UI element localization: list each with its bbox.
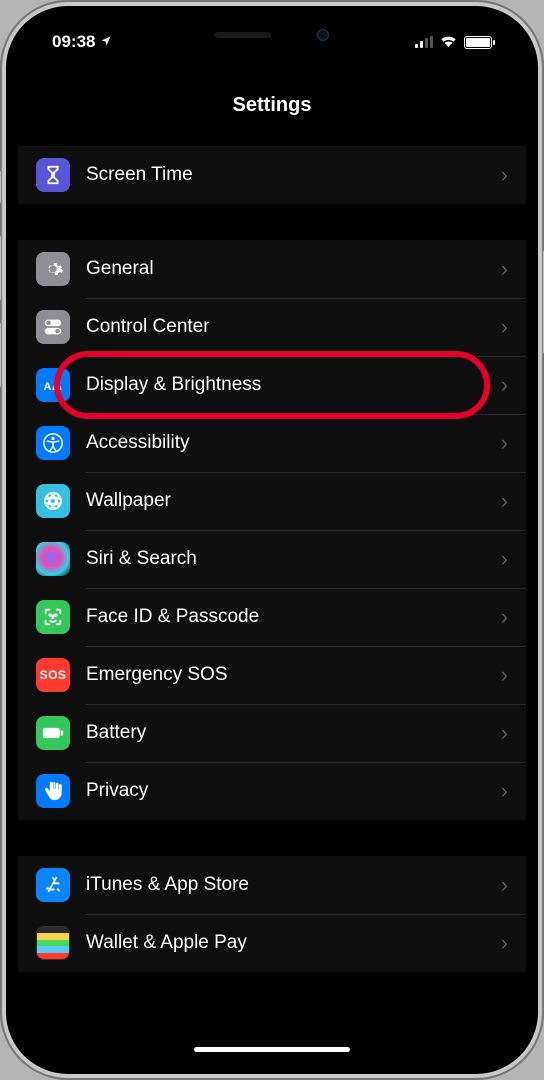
clock: 09:38	[52, 32, 95, 52]
settings-row-sos[interactable]: SOS Emergency SOS›	[18, 646, 526, 704]
settings-group: iTunes & App Store›Wallet & Apple Pay›	[18, 856, 526, 972]
row-label: Battery	[86, 722, 501, 744]
chevron-right-icon: ›	[501, 546, 508, 572]
settings-row-wallet[interactable]: Wallet & Apple Pay›	[18, 914, 526, 972]
chevron-right-icon: ›	[501, 314, 508, 340]
row-label: Privacy	[86, 780, 501, 802]
cellular-signal-icon	[415, 36, 433, 48]
chevron-right-icon: ›	[501, 604, 508, 630]
accessibility-icon	[36, 426, 70, 460]
row-label: Accessibility	[86, 432, 501, 454]
display-icon: AA	[36, 368, 70, 402]
group-separator	[18, 204, 526, 240]
wifi-icon	[439, 32, 458, 52]
settings-row-screen-time[interactable]: Screen Time›	[18, 146, 526, 204]
siri-icon	[36, 542, 70, 576]
settings-row-siri[interactable]: Siri & Search›	[18, 530, 526, 588]
settings-row-faceid[interactable]: Face ID & Passcode›	[18, 588, 526, 646]
location-icon	[100, 35, 112, 50]
faceid-icon	[36, 600, 70, 634]
privacy-icon	[36, 774, 70, 808]
settings-group: Screen Time›	[18, 146, 526, 204]
page-title: Settings	[233, 94, 312, 116]
chevron-right-icon: ›	[501, 488, 508, 514]
appstore-icon	[36, 868, 70, 902]
navigation-bar: Settings	[18, 94, 526, 117]
settings-row-general[interactable]: General›	[18, 240, 526, 298]
row-label: Display & Brightness	[86, 374, 501, 396]
screen-time-icon	[36, 158, 70, 192]
control-center-icon	[36, 310, 70, 344]
chevron-right-icon: ›	[501, 930, 508, 956]
row-label: Face ID & Passcode	[86, 606, 501, 628]
settings-row-control-center[interactable]: Control Center›	[18, 298, 526, 356]
settings-row-display[interactable]: AA Display & Brightness›	[18, 356, 526, 414]
row-label: iTunes & App Store	[86, 874, 501, 896]
phone-frame: 09:38 Settings Screen Time›General›Contr…	[0, 0, 544, 1080]
chevron-right-icon: ›	[501, 662, 508, 688]
mute-switch	[0, 170, 1, 204]
row-label: Screen Time	[86, 164, 501, 186]
row-label: Emergency SOS	[86, 664, 501, 686]
battery-icon	[464, 36, 492, 49]
speaker-grille	[215, 32, 271, 38]
settings-row-appstore[interactable]: iTunes & App Store›	[18, 856, 526, 914]
volume-down-button	[0, 322, 1, 388]
group-separator	[18, 820, 526, 856]
settings-row-accessibility[interactable]: Accessibility›	[18, 414, 526, 472]
notch	[154, 18, 390, 52]
chevron-right-icon: ›	[501, 162, 508, 188]
volume-up-button	[0, 235, 1, 301]
row-label: Wallpaper	[86, 490, 501, 512]
general-icon	[36, 252, 70, 286]
battery-icon	[36, 716, 70, 750]
front-camera	[317, 29, 329, 41]
settings-row-privacy[interactable]: Privacy›	[18, 762, 526, 820]
settings-group: General›Control Center›AADisplay & Brigh…	[18, 240, 526, 820]
chevron-right-icon: ›	[501, 372, 508, 398]
chevron-right-icon: ›	[501, 872, 508, 898]
chevron-right-icon: ›	[501, 430, 508, 456]
settings-row-battery[interactable]: Battery›	[18, 704, 526, 762]
wallet-icon	[36, 926, 70, 960]
sos-icon: SOS	[36, 658, 70, 692]
row-label: Siri & Search	[86, 548, 501, 570]
chevron-right-icon: ›	[501, 778, 508, 804]
home-indicator[interactable]	[194, 1047, 350, 1052]
screen: 09:38 Settings Screen Time›General›Contr…	[18, 18, 526, 1062]
wallpaper-icon	[36, 484, 70, 518]
row-label: General	[86, 258, 501, 280]
settings-row-wallpaper[interactable]: Wallpaper›	[18, 472, 526, 530]
row-label: Control Center	[86, 316, 501, 338]
chevron-right-icon: ›	[501, 720, 508, 746]
chevron-right-icon: ›	[501, 256, 508, 282]
settings-list[interactable]: Screen Time›General›Control Center›AADis…	[18, 146, 526, 1062]
row-label: Wallet & Apple Pay	[86, 932, 501, 954]
